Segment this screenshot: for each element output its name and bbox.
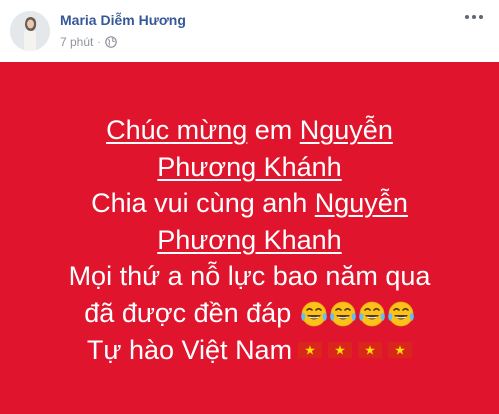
banner-line-1: Chúc mừng em Nguyễn [0, 112, 499, 149]
banner-line-7: Tự hào Việt Nam [0, 331, 499, 369]
highlight-text: Chúc mừng [106, 115, 248, 145]
highlight-text: Phương Khánh [157, 151, 342, 182]
tears-of-joy-emoji [387, 300, 415, 328]
plain-text: em [247, 115, 300, 145]
plain-text: Chia vui cùng anh [91, 188, 315, 218]
highlight-text: Nguyễn [314, 188, 408, 218]
banner-line-4: Phương Khanh [0, 222, 499, 259]
post-time[interactable]: 7 phút [60, 35, 93, 49]
vietnam-flag-icon [388, 331, 413, 358]
vietnam-flag-icon [298, 331, 323, 358]
tears-of-joy-emoji [300, 300, 328, 328]
globe-icon[interactable] [104, 36, 117, 48]
avatar[interactable] [10, 11, 50, 51]
highlight-text: Phương Khanh [157, 224, 342, 255]
tears-of-joy-emoji [329, 300, 357, 328]
highlight-text: Nguyễn [299, 115, 393, 145]
post-meta: 7 phút · [60, 35, 117, 49]
vietnam-flag-icon [328, 331, 353, 358]
plain-text: đã được đền đáp [84, 297, 299, 328]
emoji-group [299, 298, 415, 328]
banner-text: Chúc mừng em Nguyễn Phương Khánh Chia vu… [0, 112, 499, 369]
vietnam-flag-icon [358, 331, 383, 358]
flag-group [292, 335, 413, 365]
banner-line-5: Mọi thứ a nỗ lực bao năm qua [68, 261, 431, 291]
banner-line-2: Phương Khánh [0, 149, 499, 186]
post-header: Maria Diễm Hương 7 phút · [0, 0, 499, 62]
more-options-button[interactable] [461, 6, 487, 26]
banner-line-3: Chia vui cùng anh Nguyễn [0, 185, 499, 222]
plain-text: Tự hào Việt Nam [86, 335, 293, 365]
post-text-banner: Chúc mừng em Nguyễn Phương Khánh Chia vu… [0, 62, 499, 414]
tears-of-joy-emoji [358, 300, 386, 328]
ellipsis-icon [465, 15, 483, 19]
author-name[interactable]: Maria Diễm Hương [60, 12, 186, 28]
banner-line-6: đã được đền đáp [0, 295, 499, 332]
meta-separator: · [97, 36, 101, 48]
